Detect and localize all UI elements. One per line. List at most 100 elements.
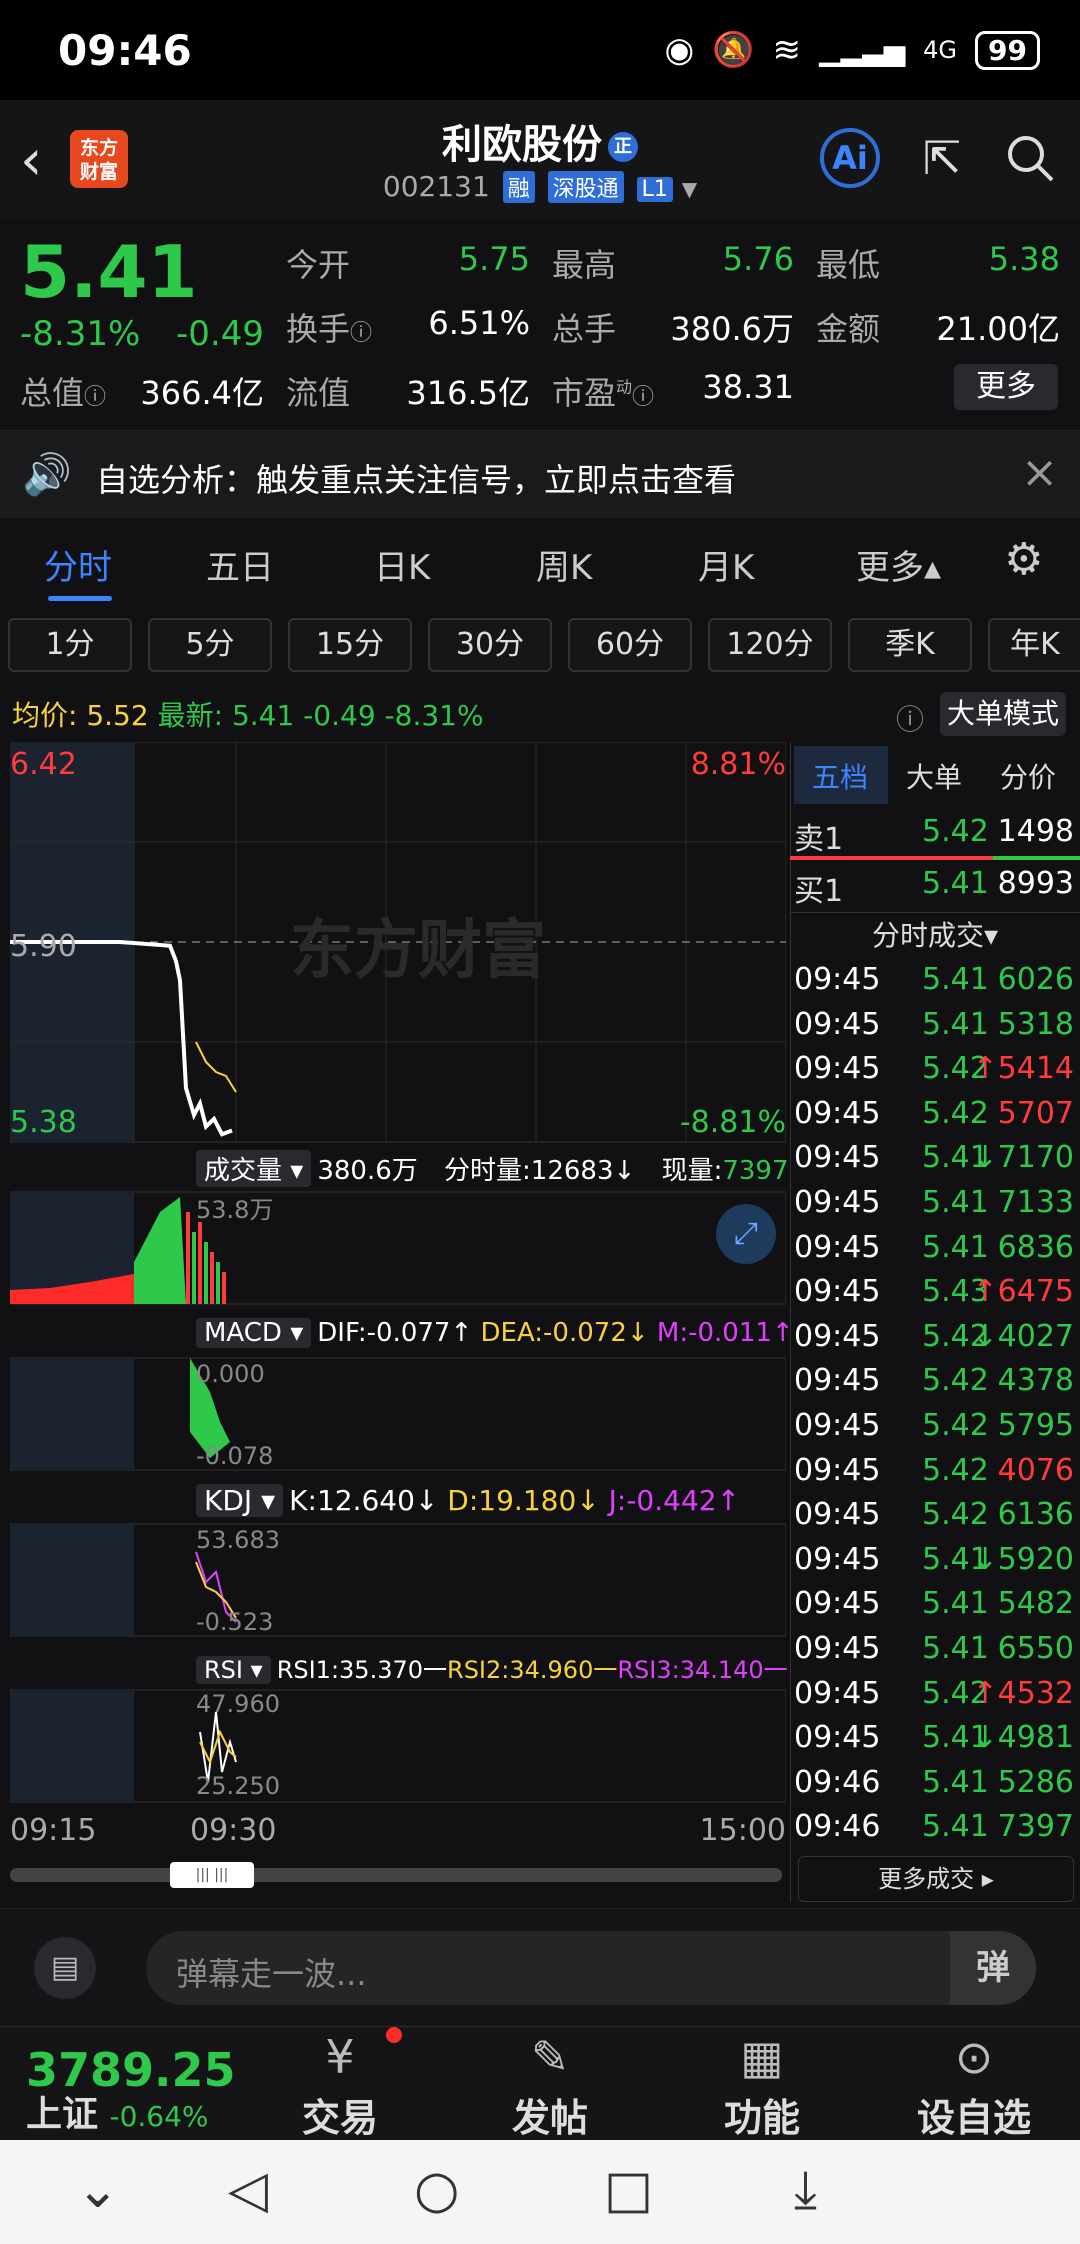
- share-icon[interactable]: ⇱: [910, 126, 974, 190]
- macd-selector[interactable]: MACD ▾: [196, 1318, 312, 1348]
- tick-price: 5.42: [922, 1408, 989, 1443]
- latest-pct: -8.31%: [384, 699, 484, 732]
- big-order-mode-button[interactable]: 大单模式: [940, 692, 1066, 736]
- volume-value: 380.6万: [670, 310, 794, 348]
- rsi-top-label: 47.960: [196, 1690, 280, 1718]
- tick-volume: 7397: [997, 1809, 1074, 1845]
- period-quarter-k[interactable]: 季K: [848, 618, 972, 672]
- kdj-bottom-label: -0.523: [196, 1608, 273, 1636]
- document-icon[interactable]: ▤: [34, 1937, 96, 1999]
- time-end-label: 15:00: [700, 1813, 786, 1842]
- tick-price: 5.41: [922, 1229, 989, 1265]
- expand-icon[interactable]: ⤢: [716, 1204, 776, 1264]
- tab-big-orders[interactable]: 大单: [906, 756, 962, 796]
- tab-monthly-k[interactable]: 月K: [698, 540, 754, 589]
- tick-time: 09:45: [794, 1051, 881, 1087]
- period-60min[interactable]: 60分: [568, 618, 692, 672]
- tab-weekly-k[interactable]: 周K: [536, 540, 592, 589]
- grid-icon: ▦: [740, 2030, 784, 2084]
- tick-row: 09:45 5.41 5482: [790, 1586, 1080, 1630]
- tick-volume: 5707: [997, 1095, 1074, 1131]
- volume-label: 总手: [552, 310, 617, 348]
- home-circle-icon[interactable]: ○: [414, 2160, 459, 2220]
- kdj-selector[interactable]: KDJ ▾: [196, 1484, 284, 1517]
- period-year-k[interactable]: 年K: [988, 618, 1080, 672]
- period-120min[interactable]: 120分: [708, 618, 832, 672]
- ai-button[interactable]: Ai: [818, 126, 882, 190]
- macd-m: M:-0.011↑: [656, 1318, 794, 1348]
- tab-intraday[interactable]: 分时: [44, 540, 112, 589]
- tick-time: 09:45: [794, 1586, 881, 1622]
- tick-time: 09:46: [794, 1764, 881, 1800]
- nav-post[interactable]: ✎ 发帖: [480, 2027, 620, 2142]
- tab-price-dist[interactable]: 分价: [1000, 756, 1056, 796]
- tick-row: 09:45 5.42 4076: [790, 1453, 1080, 1497]
- tick-row: 09:45 5.41 6026: [790, 962, 1080, 1006]
- help-icon[interactable]: ⓘ: [896, 698, 924, 738]
- tick-time: 09:45: [794, 1363, 881, 1399]
- chart-scrollbar[interactable]: ||| |||: [10, 1862, 782, 1888]
- nav-functions[interactable]: ▦ 功能: [692, 2027, 832, 2142]
- change-amount: -0.49: [176, 314, 264, 354]
- tick-volume: ↓4027: [972, 1318, 1074, 1354]
- ticks-title[interactable]: 分时成交▾: [790, 914, 1080, 954]
- nav-watchlist[interactable]: ⊙ 设自选: [904, 2027, 1044, 2142]
- avg-label: 均价:: [12, 699, 78, 732]
- open-label: 今开: [286, 246, 351, 284]
- signal-icon: ▁▂▃▅: [819, 33, 906, 67]
- comment-input[interactable]: 弹幕走一波... 弹: [146, 1931, 1036, 2005]
- kdj-indicator-row: KDJ ▾ K:12.640↓ D:19.180↓ J:-0.442↑: [196, 1482, 786, 1526]
- tick-row: 09:45 5.41 7133: [790, 1185, 1080, 1229]
- chevron-down-icon[interactable]: ⌄: [76, 2160, 120, 2220]
- price-top-label: 6.42: [10, 747, 77, 782]
- nav-functions-label: 功能: [723, 2096, 800, 2140]
- tick-volume: 4076: [997, 1452, 1074, 1488]
- volume-period: 分时量:12683↓: [444, 1156, 636, 1186]
- order-book-panel: 五档 大单 分价 卖1 5.42 1498 买1 5.41 8993 分时成交▾…: [790, 742, 1080, 1902]
- official-badge-icon: 正: [608, 132, 638, 162]
- alert-banner[interactable]: 🔊 自选分析：触发重点关注信号，立即点击查看 ×: [0, 430, 1080, 520]
- period-5min[interactable]: 5分: [148, 618, 272, 672]
- gear-icon[interactable]: ⚙: [1004, 534, 1043, 585]
- ai-icon: Ai: [820, 128, 880, 188]
- scroll-thumb-handle[interactable]: ||| |||: [170, 1862, 254, 1888]
- high-label: 最高: [552, 246, 617, 284]
- turnover-label[interactable]: 换手ⓘ: [286, 304, 372, 350]
- tick-time: 09:45: [794, 1408, 881, 1443]
- mktcap-label[interactable]: 总值ⓘ: [20, 368, 106, 414]
- notification-dot: [386, 2027, 402, 2043]
- tick-volume: 5318: [997, 1006, 1074, 1042]
- more-ticks-button[interactable]: 更多成交 ▸: [798, 1856, 1074, 1902]
- nav-trade-label: 交易: [301, 2096, 378, 2140]
- tick-time: 09:45: [794, 1095, 881, 1131]
- rsi-selector[interactable]: RSI ▾: [196, 1656, 271, 1684]
- recents-square-icon[interactable]: □: [604, 2160, 653, 2220]
- close-icon[interactable]: ×: [1021, 447, 1058, 498]
- macd-indicator-row: MACD ▾ DIF:-0.077↑ DEA:-0.072↓ M:-0.011↑: [196, 1316, 794, 1360]
- tag-level: L1: [636, 177, 673, 202]
- tick-time: 09:45: [794, 1631, 881, 1666]
- pct-top-label: 8.81%: [691, 747, 786, 782]
- search-icon[interactable]: [998, 126, 1062, 190]
- nav-trade[interactable]: ¥ 交易: [270, 2027, 410, 2142]
- tick-row: 09:45 5.41 ↓4981: [790, 1720, 1080, 1764]
- period-30min[interactable]: 30分: [428, 618, 552, 672]
- tick-price: 5.41: [922, 1185, 989, 1220]
- low-label: 最低: [816, 246, 881, 284]
- period-15min[interactable]: 15分: [288, 618, 412, 672]
- danmu-toggle-button[interactable]: 弹: [950, 1931, 1036, 2005]
- pe-label[interactable]: 市盈动ⓘ: [552, 368, 654, 414]
- more-quote-button[interactable]: 更多: [954, 364, 1058, 410]
- open-value: 5.75: [458, 240, 530, 278]
- back-triangle-icon[interactable]: ◁: [228, 2160, 268, 2220]
- latest-value: 5.41: [231, 699, 295, 732]
- tab-five-levels[interactable]: 五档: [812, 756, 868, 796]
- tab-more[interactable]: 更多▴: [856, 540, 941, 589]
- pull-down-icon[interactable]: ⤓: [794, 2160, 817, 2221]
- mute-bell-icon: 🔕: [712, 30, 755, 70]
- tab-5day[interactable]: 五日: [206, 540, 274, 589]
- tab-daily-k[interactable]: 日K: [374, 540, 430, 589]
- volume-selector[interactable]: 成交量 ▾: [196, 1150, 312, 1187]
- index-widget[interactable]: 3789.25 上证 -0.64%: [26, 2045, 236, 2137]
- period-1min[interactable]: 1分: [8, 618, 132, 672]
